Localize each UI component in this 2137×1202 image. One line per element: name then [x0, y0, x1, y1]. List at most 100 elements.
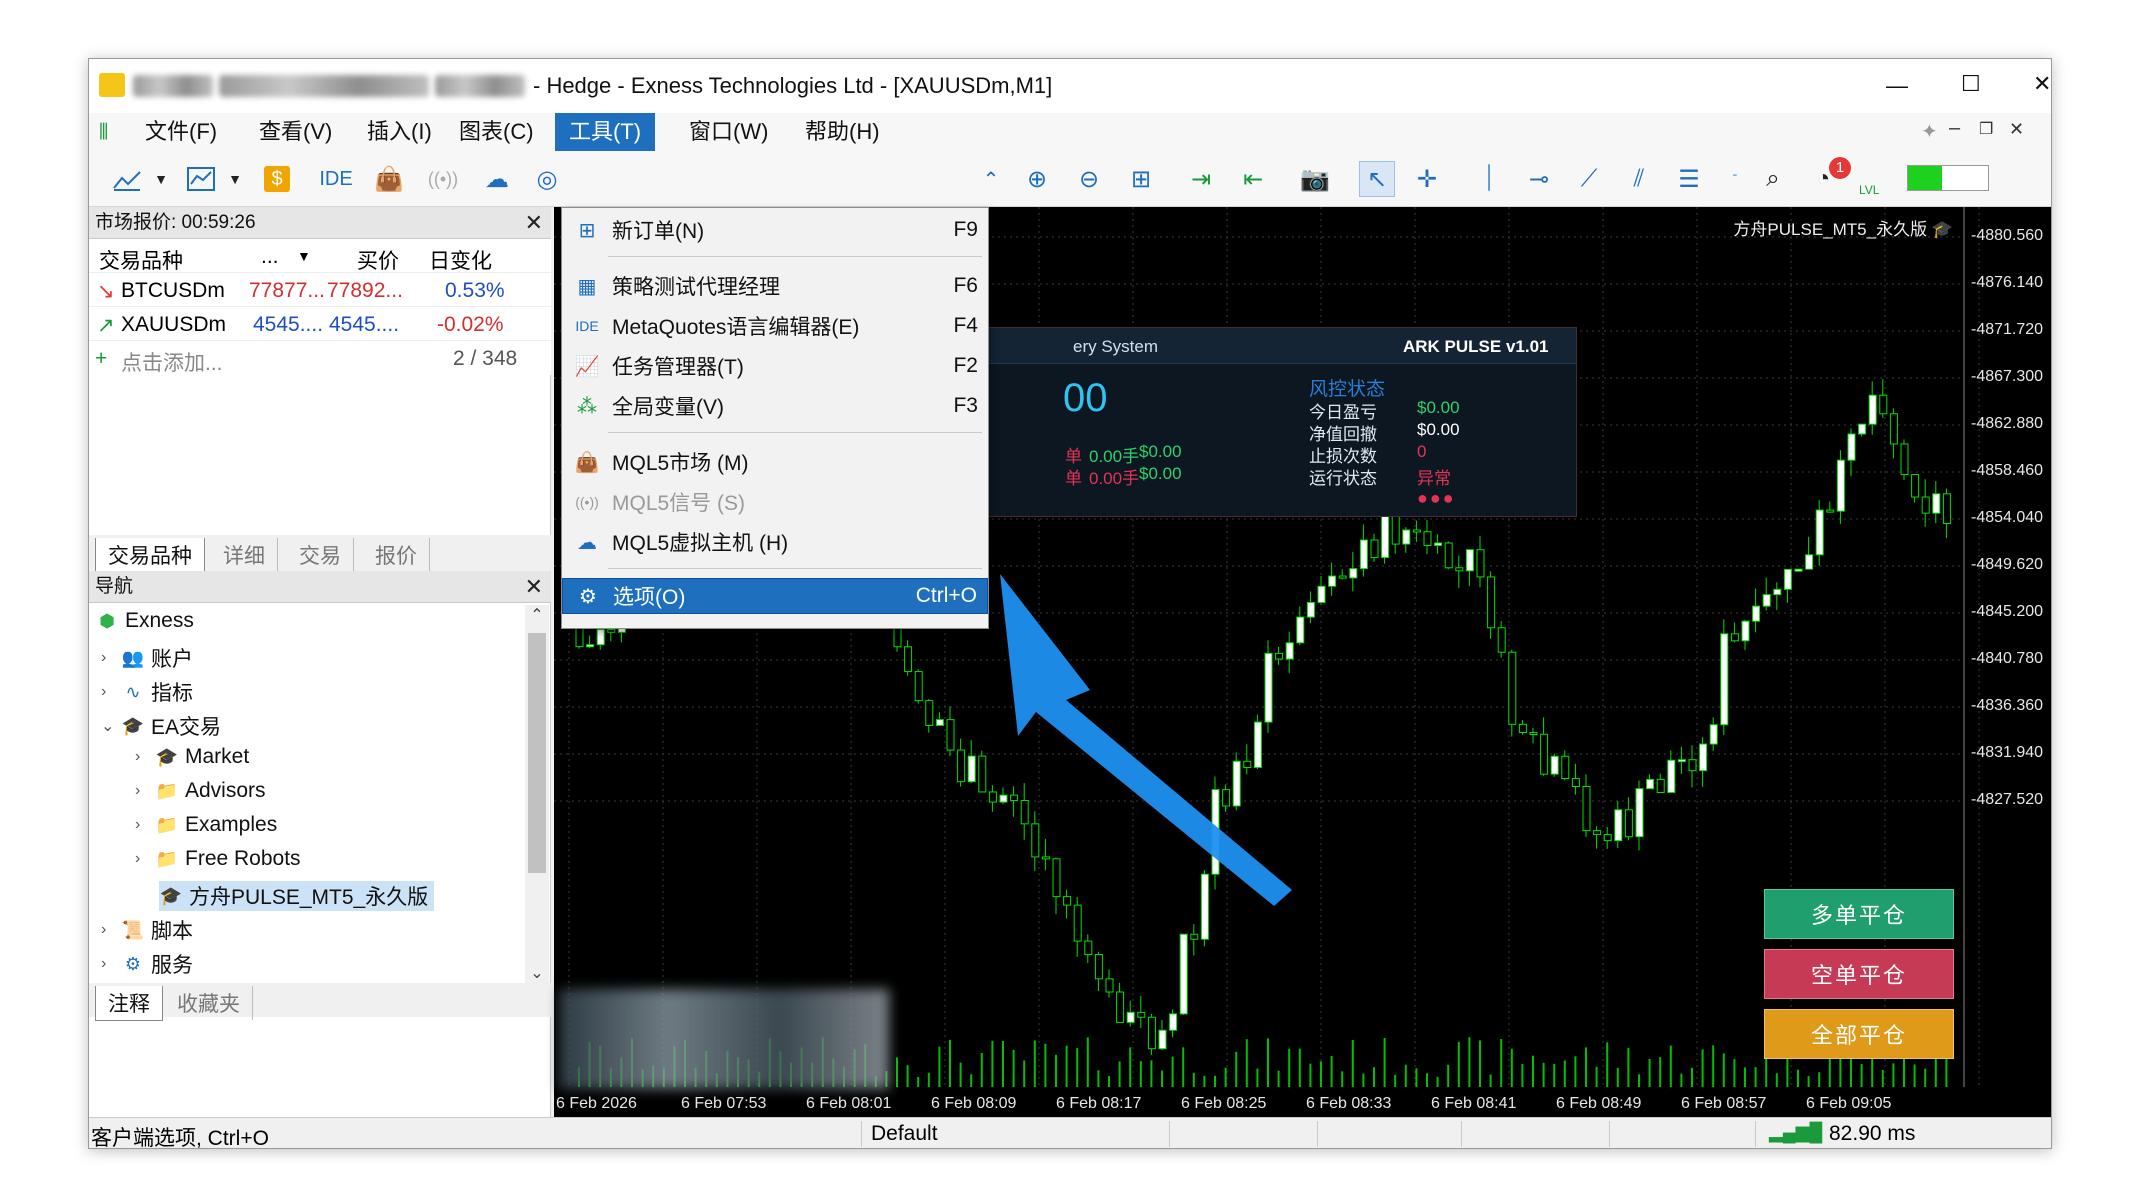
auto-scroll-chart-icon[interactable]: ⇤ [1235, 161, 1271, 197]
candle [1720, 633, 1729, 726]
menu-window[interactable]: 窗口(W) [675, 113, 782, 151]
chart-type-icon[interactable] [109, 161, 145, 197]
candle [1105, 978, 1114, 993]
add-symbol-label[interactable]: 点击添加... [121, 347, 223, 377]
menu-file[interactable]: 文件(F) [131, 113, 231, 151]
minimize-button[interactable]: — [1886, 73, 1908, 99]
sort-arrow-icon[interactable]: ▼ [297, 248, 311, 264]
menu-item-metaeditor[interactable]: IDE MetaQuotes语言编辑器(E) F4 [562, 308, 988, 344]
ea-money-2: $0.00 [1139, 464, 1182, 483]
child-minimize-button[interactable]: – [1949, 117, 1960, 140]
tab-favorites[interactable]: 收藏夹 [165, 986, 253, 1020]
tile-windows-icon[interactable]: ⊞ [1123, 161, 1159, 197]
scroll-thumb[interactable] [528, 633, 546, 873]
child-restore-button[interactable]: ❐ [1979, 119, 1993, 139]
close-icon[interactable]: ✕ [525, 207, 543, 239]
close-short-button[interactable]: 空单平仓 [1764, 949, 1954, 999]
menu-item-mql5-market[interactable]: 👜 MQL5市场 (M) [562, 444, 988, 480]
col-change[interactable]: 日变化 [429, 245, 492, 275]
menu-tools[interactable]: 工具(T) [555, 113, 656, 151]
channel-icon[interactable]: ⫽ [1621, 161, 1657, 197]
crosshair-icon[interactable]: ✛ [1409, 161, 1445, 197]
nav-item-market[interactable]: › 🎓 Market [135, 745, 249, 769]
dropdown-arrow-icon[interactable]: ▼ [217, 161, 253, 197]
chart-shift-icon[interactable]: ⇥ [1183, 161, 1219, 197]
col-ask[interactable]: 买价 [357, 245, 399, 275]
close-icon[interactable]: ✕ [525, 571, 543, 603]
algo-trading-icon[interactable]: ◎ [529, 161, 565, 197]
tab-comments[interactable]: 注释 [95, 986, 163, 1021]
menu-item-global-variables[interactable]: ⁂ 全局变量(V) F3 [562, 388, 988, 424]
vertical-line-icon[interactable]: ⏐ [1471, 161, 1507, 197]
menu-insert[interactable]: 插入(I) [353, 113, 446, 151]
price-tick-label: -4836.360 [1971, 697, 2044, 714]
market-bag-icon[interactable]: 👜 [371, 161, 407, 197]
menu-item-task-manager[interactable]: 📈 任务管理器(T) F2 [562, 348, 988, 384]
dropdown-arrow-icon[interactable]: ▼ [143, 161, 179, 197]
search-icon[interactable]: ⌕ [1755, 161, 1791, 197]
menu-item-mql5-signals[interactable]: ((•)) MQL5信号 (S) [562, 484, 988, 520]
candle [1222, 789, 1231, 807]
candle [1900, 443, 1909, 476]
tab-ticks[interactable]: 报价 [363, 538, 430, 572]
zoom-out-icon[interactable]: ⊖ [1071, 161, 1107, 197]
pin-icon[interactable]: ✦ [1921, 119, 1938, 144]
navigator-scrollbar[interactable]: ⌃ ⌄ [525, 605, 549, 983]
lvl-label[interactable]: LVL [1859, 183, 1879, 197]
candle [1041, 856, 1050, 860]
tab-details[interactable]: 详细 [211, 538, 278, 572]
nav-item-exness[interactable]: ⬢ Exness [95, 609, 194, 633]
ide-button[interactable]: IDE [313, 161, 359, 197]
maximize-button[interactable]: ☐ [1961, 71, 1981, 97]
nav-item-ark-pulse[interactable]: 🎓 方舟PULSE_MT5_永久版 [159, 881, 435, 911]
child-close-button[interactable]: ✕ [2009, 119, 2024, 140]
cursor-icon[interactable]: ↖ [1359, 161, 1395, 197]
tab-symbols[interactable]: 交易品种 [95, 538, 205, 573]
chart-toggle-icon[interactable]: ⫴ [99, 119, 121, 145]
table-row[interactable]: ↘ BTCUSDm 77877... 77892... 0.53% [89, 273, 551, 307]
scroll-up-icon[interactable]: ⌃ [525, 605, 549, 625]
horizontal-line-icon[interactable]: ⊸ [1521, 161, 1557, 197]
menu-view[interactable]: 查看(V) [245, 113, 346, 151]
table-row[interactable]: ↗ XAUUSDm 4545.... 4545.... -0.02% [89, 307, 551, 341]
nav-item-advisors[interactable]: › 📁 Advisors [135, 779, 266, 803]
dollar-icon[interactable]: $ [259, 161, 295, 197]
zoom-in-icon[interactable]: ⊕ [1019, 161, 1055, 197]
col-bid[interactable]: ... [261, 245, 279, 269]
nav-item-scripts[interactable]: › 📜 脚本 [101, 915, 193, 945]
price-tick-label: -4840.780 [1971, 650, 2044, 667]
menu-item-mql5-vps[interactable]: ☁ MQL5虚拟主机 (H) [562, 524, 988, 560]
menu-help[interactable]: 帮助(H) [791, 113, 894, 151]
nav-item-services[interactable]: › ⚙ 服务 [101, 949, 193, 979]
status-profile[interactable]: Default [871, 1122, 938, 1146]
menu-item-new-order[interactable]: ⊞ 新订单(N) F9 [562, 212, 988, 248]
signals-icon[interactable]: ((•)) [425, 161, 461, 197]
screenshot-icon[interactable]: 📷 [1297, 161, 1333, 197]
nav-item-free-robots[interactable]: › 📁 Free Robots [135, 847, 301, 871]
nav-item-experts[interactable]: ⌄ 🎓 EA交易 [101, 711, 221, 741]
tab-trading[interactable]: 交易 [287, 538, 354, 572]
add-symbol-row[interactable]: + 点击添加... 2 / 348 [89, 341, 551, 375]
nav-item-examples[interactable]: › 📁 Examples [135, 813, 277, 837]
more-objects-icon[interactable]: ˉ [1717, 161, 1753, 197]
close-long-button[interactable]: 多单平仓 [1764, 889, 1954, 939]
vps-cloud-icon[interactable]: ☁ [479, 161, 515, 197]
candle [1614, 809, 1623, 842]
scroll-down-icon[interactable]: ⌄ [525, 963, 549, 983]
menu-chart[interactable]: 图表(C) [445, 113, 548, 151]
menu-item-options[interactable]: ⚙ 选项(O) Ctrl+O [562, 578, 988, 614]
indicators-icon[interactable] [183, 161, 219, 197]
close-all-button[interactable]: 全部平仓 [1764, 1009, 1954, 1059]
candle [1137, 1011, 1146, 1018]
trend-line-icon[interactable]: ⟋ [1571, 161, 1607, 197]
close-button[interactable]: ✕ [2033, 71, 2051, 97]
candle [1624, 809, 1633, 838]
symbol: XAUUSDm [121, 313, 227, 336]
auto-scroll-icon[interactable]: ⌃ [973, 161, 1009, 197]
menu-item-strategy-tester[interactable]: ▦ 策略测试代理经理 F6 [562, 268, 988, 304]
nav-item-accounts[interactable]: › 👥 账户 [101, 643, 193, 673]
risk-title: 风控状态 [1309, 379, 1386, 400]
nav-item-indicators[interactable]: › ∿ 指标 [101, 677, 193, 707]
col-symbol[interactable]: 交易品种 [99, 245, 183, 275]
fibonacci-icon[interactable]: ☰ [1671, 161, 1707, 197]
